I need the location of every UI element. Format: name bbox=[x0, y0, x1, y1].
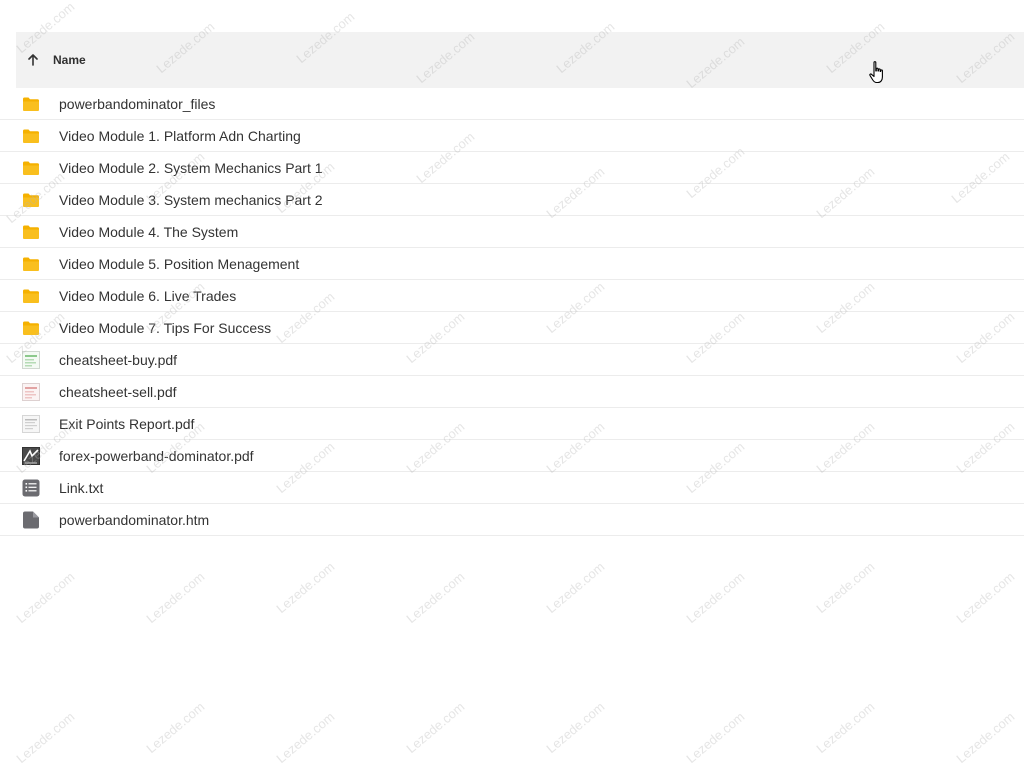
file-name[interactable]: cheatsheet-buy.pdf bbox=[59, 352, 177, 368]
watermark-text: Lezede.com bbox=[273, 558, 338, 617]
folder-icon bbox=[22, 159, 40, 177]
folder-icon bbox=[22, 191, 40, 209]
file-name[interactable]: powerbandominator_files bbox=[59, 96, 215, 112]
watermark-text: Lezede.com bbox=[953, 708, 1018, 767]
watermark-text: Lezede.com bbox=[143, 568, 208, 627]
file-row[interactable]: Video Module 7. Tips For Success bbox=[0, 312, 1024, 344]
name-column-header[interactable]: Name bbox=[53, 53, 86, 67]
folder-icon bbox=[22, 319, 40, 337]
watermark-text: Lezede.com bbox=[953, 568, 1018, 627]
watermark-text: Lezede.com bbox=[813, 698, 878, 757]
file-row[interactable]: Video Module 5. Position Menagement bbox=[0, 248, 1024, 280]
text-file-icon bbox=[22, 479, 40, 497]
file-row[interactable]: Video Module 6. Live Trades bbox=[0, 280, 1024, 312]
file-row[interactable]: powerbandominator.htm bbox=[0, 504, 1024, 536]
pdf-thumbnail-icon bbox=[22, 446, 40, 465]
file-row[interactable]: Video Module 1. Platform Adn Charting bbox=[0, 120, 1024, 152]
file-browser: Name powerbandominator_files Video Module… bbox=[0, 0, 1024, 768]
watermark-text: Lezede.com bbox=[813, 558, 878, 617]
watermark-text: Lezede.com bbox=[543, 558, 608, 617]
file-name[interactable]: Video Module 4. The System bbox=[59, 224, 238, 240]
watermark-text: Lezede.com bbox=[543, 698, 608, 757]
file-name[interactable]: cheatsheet-sell.pdf bbox=[59, 384, 177, 400]
sort-ascending-arrow-icon[interactable] bbox=[25, 52, 41, 68]
folder-icon bbox=[22, 287, 40, 305]
file-name[interactable]: Exit Points Report.pdf bbox=[59, 416, 194, 432]
file-name[interactable]: forex-powerband-dominator.pdf bbox=[59, 448, 254, 464]
folder-icon bbox=[22, 95, 40, 113]
file-row[interactable]: Link.txt bbox=[0, 472, 1024, 504]
file-name[interactable]: Video Module 1. Platform Adn Charting bbox=[59, 128, 301, 144]
file-row[interactable]: cheatsheet-sell.pdf bbox=[0, 376, 1024, 408]
file-name[interactable]: Video Module 3. System mechanics Part 2 bbox=[59, 192, 323, 208]
document-icon bbox=[22, 511, 40, 529]
pdf-thumbnail-icon bbox=[22, 350, 40, 369]
file-row[interactable]: cheatsheet-buy.pdf bbox=[0, 344, 1024, 376]
file-name[interactable]: Video Module 6. Live Trades bbox=[59, 288, 236, 304]
watermark-text: Lezede.com bbox=[403, 698, 468, 757]
file-list: powerbandominator_files Video Module 1. P… bbox=[0, 88, 1024, 536]
file-row[interactable]: Video Module 3. System mechanics Part 2 bbox=[0, 184, 1024, 216]
pdf-thumbnail-icon bbox=[22, 382, 40, 401]
watermark-text: Lezede.com bbox=[13, 708, 78, 767]
pdf-thumbnail-icon bbox=[22, 414, 40, 433]
watermark-text: Lezede.com bbox=[273, 708, 338, 767]
file-row[interactable]: Video Module 2. System Mechanics Part 1 bbox=[0, 152, 1024, 184]
file-name[interactable]: powerbandominator.htm bbox=[59, 512, 209, 528]
file-name[interactable]: Video Module 5. Position Menagement bbox=[59, 256, 299, 272]
watermark-text: Lezede.com bbox=[13, 568, 78, 627]
file-name[interactable]: Video Module 7. Tips For Success bbox=[59, 320, 271, 336]
folder-icon bbox=[22, 255, 40, 273]
file-row[interactable]: forex-powerband-dominator.pdf bbox=[0, 440, 1024, 472]
watermark-text: Lezede.com bbox=[683, 708, 748, 767]
watermark-text: Lezede.com bbox=[683, 568, 748, 627]
folder-icon bbox=[22, 127, 40, 145]
file-row[interactable]: powerbandominator_files bbox=[0, 88, 1024, 120]
file-name[interactable]: Link.txt bbox=[59, 480, 103, 496]
file-row[interactable]: Video Module 4. The System bbox=[0, 216, 1024, 248]
folder-icon bbox=[22, 223, 40, 241]
file-name[interactable]: Video Module 2. System Mechanics Part 1 bbox=[59, 160, 323, 176]
watermark-text: Lezede.com bbox=[403, 568, 468, 627]
watermark-text: Lezede.com bbox=[143, 698, 208, 757]
file-row[interactable]: Exit Points Report.pdf bbox=[0, 408, 1024, 440]
list-header: Name bbox=[16, 32, 1024, 88]
